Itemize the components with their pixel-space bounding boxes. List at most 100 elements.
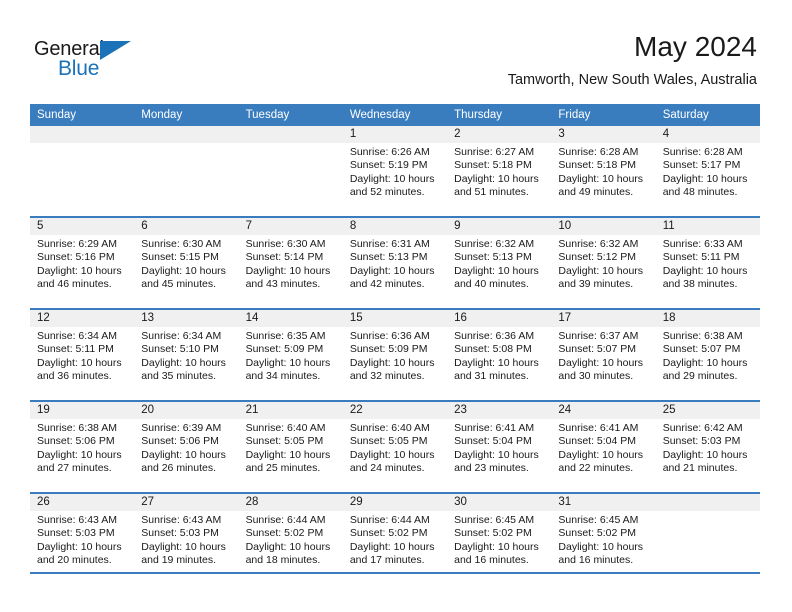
- day-cell[interactable]: 24 Sunrise: 6:41 AM Sunset: 5:04 PM Dayligh…: [551, 402, 656, 492]
- day-details: Sunrise: 6:42 AM Sunset: 5:03 PM Daylight:…: [656, 419, 760, 476]
- calendar-day-cell: 22 Sunrise: 6:40 AM Sunset: 5:05 PM Dayligh…: [342, 400, 448, 493]
- day-cell[interactable]: 6 Sunrise: 6:30 AM Sunset: 5:15 PM Daylight…: [134, 218, 239, 308]
- daylight-text-line1: Daylight: 10 hours: [37, 356, 122, 369]
- day-number: 21: [238, 402, 343, 419]
- daylight-text-line1: Daylight: 10 hours: [349, 356, 435, 369]
- sunrise-text: Sunrise: 6:30 AM: [245, 238, 326, 250]
- calendar-day-cell: 31 Sunrise: 6:45 AM Sunset: 5:02 PM Dayligh…: [551, 492, 656, 584]
- sunrise-text: Sunrise: 6:45 AM: [558, 514, 639, 526]
- day-cell[interactable]: 25 Sunrise: 6:42 AM Sunset: 5:03 PM Dayligh…: [655, 402, 760, 492]
- calendar-day-cell: 28 Sunrise: 6:44 AM Sunset: 5:02 PM Dayligh…: [238, 492, 343, 584]
- sunrise-text: Sunrise: 6:44 AM: [245, 514, 326, 526]
- day-cell[interactable]: 23 Sunrise: 6:41 AM Sunset: 5:04 PM Dayligh…: [447, 402, 552, 492]
- daylight-text-line1: Daylight: 10 hours: [454, 356, 539, 369]
- day-cell[interactable]: 21 Sunrise: 6:40 AM Sunset: 5:05 PM Dayligh…: [238, 402, 343, 492]
- day-cell[interactable]: 29 Sunrise: 6:44 AM Sunset: 5:02 PM Dayligh…: [342, 494, 448, 584]
- day-details: Sunrise: 6:45 AM Sunset: 5:02 PM Daylight:…: [447, 511, 551, 568]
- daylight-text-line1: Daylight: 10 hours: [558, 448, 644, 461]
- day-cell[interactable]: 4 Sunrise: 6:28 AM Sunset: 5:17 PM Daylight…: [655, 126, 760, 216]
- day-cell[interactable]: 16 Sunrise: 6:36 AM Sunset: 5:08 PM Dayligh…: [447, 310, 552, 400]
- day-number: 17: [551, 310, 656, 327]
- daylight-text-line2: and 36 minutes.: [37, 370, 112, 383]
- day-cell[interactable]: 26 Sunrise: 6:43 AM Sunset: 5:03 PM Dayligh…: [30, 494, 135, 584]
- day-number: 1: [342, 126, 448, 143]
- calendar-day-cell: 4 Sunrise: 6:28 AM Sunset: 5:17 PM Daylight…: [655, 126, 760, 217]
- day-cell[interactable]: 9 Sunrise: 6:32 AM Sunset: 5:13 PM Daylight…: [447, 218, 552, 308]
- day-cell[interactable]: 28 Sunrise: 6:44 AM Sunset: 5:02 PM Dayligh…: [238, 494, 343, 584]
- daylight-text-line2: and 22 minutes.: [558, 462, 634, 475]
- sunrise-text: Sunrise: 6:37 AM: [558, 330, 639, 342]
- day-number: 14: [238, 310, 343, 327]
- daylight-text-line2: and 43 minutes.: [245, 278, 321, 291]
- daylight-text-line1: Daylight: 10 hours: [245, 264, 331, 277]
- day-cell[interactable]: 2 Sunrise: 6:27 AM Sunset: 5:18 PM Daylight…: [447, 126, 552, 216]
- daylight-text-line1: Daylight: 10 hours: [662, 356, 748, 369]
- sunrise-text: Sunrise: 6:44 AM: [349, 514, 430, 526]
- weekday-header-monday: Monday: [134, 104, 239, 126]
- day-cell[interactable]: 22 Sunrise: 6:40 AM Sunset: 5:05 PM Dayligh…: [342, 402, 448, 492]
- daylight-text-line2: and 25 minutes.: [245, 462, 321, 475]
- day-details: Sunrise: 6:34 AM Sunset: 5:11 PM Daylight:…: [30, 327, 134, 384]
- sunrise-text: Sunrise: 6:43 AM: [37, 514, 117, 526]
- sunrise-text: Sunrise: 6:30 AM: [141, 238, 222, 250]
- day-cell[interactable]: 1 Sunrise: 6:26 AM Sunset: 5:19 PM Daylight…: [342, 126, 448, 216]
- page-title: May 2024: [634, 31, 757, 62]
- daylight-text-line1: Daylight: 10 hours: [558, 264, 644, 277]
- day-number: 13: [134, 310, 239, 327]
- day-details: Sunrise: 6:32 AM Sunset: 5:13 PM Daylight:…: [447, 235, 551, 292]
- day-cell[interactable]: 8 Sunrise: 6:31 AM Sunset: 5:13 PM Daylight…: [342, 218, 448, 308]
- day-cell[interactable]: 15 Sunrise: 6:36 AM Sunset: 5:09 PM Dayligh…: [342, 310, 448, 400]
- calendar-day-cell: 27 Sunrise: 6:43 AM Sunset: 5:03 PM Dayligh…: [134, 492, 239, 584]
- day-cell[interactable]: 14 Sunrise: 6:35 AM Sunset: 5:09 PM Dayligh…: [238, 310, 343, 400]
- daylight-text-line2: and 16 minutes.: [558, 554, 634, 567]
- day-number: 10: [551, 218, 656, 235]
- sunrise-text: Sunrise: 6:40 AM: [245, 422, 326, 434]
- calendar-day-cell: 26 Sunrise: 6:43 AM Sunset: 5:03 PM Dayligh…: [30, 492, 135, 584]
- sunset-text: Sunset: 5:05 PM: [349, 435, 428, 448]
- logo-text-blue: Blue: [58, 57, 100, 80]
- day-details: Sunrise: 6:40 AM Sunset: 5:05 PM Daylight:…: [343, 419, 447, 476]
- daylight-text-line1: Daylight: 10 hours: [454, 264, 539, 277]
- day-number: 30: [447, 494, 552, 511]
- calendar-day-cell: 5 Sunrise: 6:29 AM Sunset: 5:16 PM Daylight…: [30, 216, 135, 309]
- daylight-text-line2: and 32 minutes.: [349, 370, 425, 383]
- daylight-text-line2: and 16 minutes.: [454, 554, 529, 567]
- day-cell[interactable]: 18 Sunrise: 6:38 AM Sunset: 5:07 PM Dayligh…: [655, 310, 760, 400]
- day-cell[interactable]: 5 Sunrise: 6:29 AM Sunset: 5:16 PM Daylight…: [30, 218, 135, 308]
- day-cell[interactable]: 11 Sunrise: 6:33 AM Sunset: 5:11 PM Dayligh…: [655, 218, 760, 308]
- day-cell[interactable]: 12 Sunrise: 6:34 AM Sunset: 5:11 PM Dayligh…: [30, 310, 135, 400]
- day-cell[interactable]: 10 Sunrise: 6:32 AM Sunset: 5:12 PM Dayligh…: [551, 218, 656, 308]
- calendar-day-cell: 24 Sunrise: 6:41 AM Sunset: 5:04 PM Dayligh…: [551, 400, 656, 493]
- calendar-day-cell: 10 Sunrise: 6:32 AM Sunset: 5:12 PM Dayligh…: [551, 216, 656, 309]
- daylight-text-line1: Daylight: 10 hours: [662, 172, 748, 185]
- calendar-day-cell: 6 Sunrise: 6:30 AM Sunset: 5:15 PM Daylight…: [134, 216, 239, 309]
- day-cell[interactable]: 3 Sunrise: 6:28 AM Sunset: 5:18 PM Daylight…: [551, 126, 656, 216]
- day-cell[interactable]: 7 Sunrise: 6:30 AM Sunset: 5:14 PM Daylight…: [238, 218, 343, 308]
- day-cell[interactable]: 31 Sunrise: 6:45 AM Sunset: 5:02 PM Dayligh…: [551, 494, 656, 584]
- day-cell[interactable]: 20 Sunrise: 6:39 AM Sunset: 5:06 PM Dayligh…: [134, 402, 239, 492]
- day-cell[interactable]: 30 Sunrise: 6:45 AM Sunset: 5:02 PM Dayligh…: [447, 494, 552, 584]
- sunset-text: Sunset: 5:11 PM: [662, 251, 740, 264]
- sunrise-text: Sunrise: 6:45 AM: [454, 514, 535, 526]
- sunset-text: Sunset: 5:09 PM: [245, 343, 324, 356]
- calendar-day-cell: 25 Sunrise: 6:42 AM Sunset: 5:03 PM Dayligh…: [655, 400, 760, 493]
- day-cell[interactable]: 19 Sunrise: 6:38 AM Sunset: 5:06 PM Dayligh…: [30, 402, 135, 492]
- sunset-text: Sunset: 5:02 PM: [558, 527, 637, 540]
- calendar-day-cell: [655, 492, 760, 584]
- day-number: [134, 126, 239, 143]
- day-number: 3: [551, 126, 656, 143]
- calendar-day-cell: 9 Sunrise: 6:32 AM Sunset: 5:13 PM Daylight…: [447, 216, 552, 309]
- day-number: [238, 126, 343, 143]
- day-number: 8: [342, 218, 448, 235]
- day-cell[interactable]: 13 Sunrise: 6:34 AM Sunset: 5:10 PM Dayligh…: [134, 310, 239, 400]
- daylight-text-line2: and 26 minutes.: [141, 462, 216, 475]
- day-number: 11: [655, 218, 760, 235]
- day-cell[interactable]: 17 Sunrise: 6:37 AM Sunset: 5:07 PM Dayligh…: [551, 310, 656, 400]
- day-number: 15: [342, 310, 448, 327]
- daylight-text-line2: and 31 minutes.: [454, 370, 529, 383]
- day-details: Sunrise: 6:29 AM Sunset: 5:16 PM Daylight:…: [30, 235, 134, 292]
- sunrise-text: Sunrise: 6:40 AM: [349, 422, 430, 434]
- day-cell[interactable]: 27 Sunrise: 6:43 AM Sunset: 5:03 PM Dayligh…: [134, 494, 239, 584]
- calendar-table: Sunday Monday Tuesday Wednesday Thursday…: [30, 104, 760, 584]
- daylight-text-line1: Daylight: 10 hours: [141, 540, 226, 553]
